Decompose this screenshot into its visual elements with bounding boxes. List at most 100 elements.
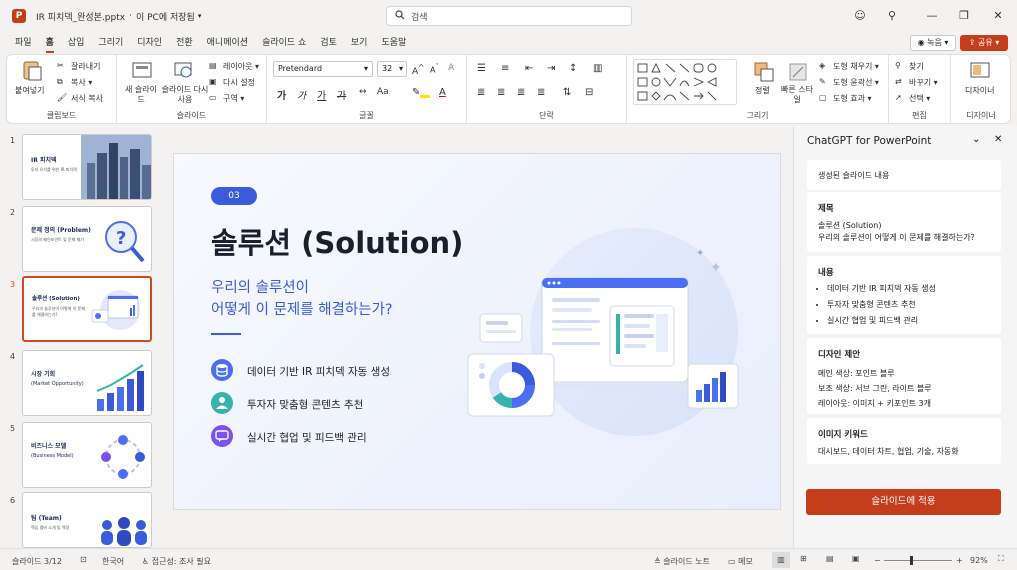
tab-draw[interactable]: 그리기: [98, 32, 123, 54]
shape-outline-button[interactable]: ✎ 도형 윤곽선 ▾: [819, 77, 879, 88]
change-case-icon[interactable]: Aa: [377, 87, 389, 97]
normal-view-icon[interactable]: ▥: [772, 552, 790, 568]
arrange-button[interactable]: 정렬: [755, 85, 770, 96]
font-size-select[interactable]: 32 ▾: [377, 61, 407, 77]
format-painter-button[interactable]: 🖌 서식 복사: [57, 93, 103, 104]
slide-thumbnail-2[interactable]: 문제 정의 (Problem) 시장의 페인포인트 및 문제 제기 ?: [22, 206, 152, 272]
designer-button[interactable]: 디자이너: [965, 85, 994, 96]
reuse-slides-icon[interactable]: [173, 59, 195, 81]
reuse-slides-button[interactable]: 슬라이드 다시 사용: [161, 85, 209, 105]
layout-button[interactable]: ▤ 레이아웃 ▾: [209, 61, 259, 72]
apply-to-slide-button[interactable]: 슬라이드에 적용: [806, 489, 1001, 515]
new-slide-icon[interactable]: [131, 59, 153, 81]
fit-to-window-icon[interactable]: ⛶: [998, 554, 1004, 564]
slide-sorter-icon[interactable]: ⊞: [800, 554, 807, 563]
tab-home[interactable]: 홈: [45, 32, 55, 54]
select-button[interactable]: ➚ 선택 ▾: [895, 93, 930, 104]
align-left-icon[interactable]: ≣: [477, 87, 485, 98]
replace-button[interactable]: ⇄ 바꾸기 ▾: [895, 77, 938, 88]
cut-button[interactable]: ✂ 잘라내기: [57, 61, 100, 72]
tab-slideshow[interactable]: 슬라이드 쇼: [262, 32, 306, 54]
slide-thumbnail-1[interactable]: IR 피치덱 투자 유치를 위한 IR 피치덱: [22, 134, 152, 200]
find-button[interactable]: ⚲ 찾기: [895, 61, 924, 72]
tab-review[interactable]: 검토: [320, 32, 337, 54]
share-button[interactable]: ⇪ 공유 ▾: [960, 35, 1008, 51]
search-box[interactable]: 검색: [386, 6, 632, 26]
columns-icon[interactable]: ▥: [593, 63, 602, 74]
paste-button[interactable]: 붙여넣기: [15, 85, 44, 96]
designer-icon[interactable]: [969, 59, 991, 81]
paste-icon[interactable]: [21, 59, 43, 81]
copilot-icon[interactable]: ⚲: [884, 8, 900, 24]
zoom-in-icon[interactable]: +: [956, 556, 963, 565]
accessibility-button[interactable]: ♿ 접근성: 조사 필요: [142, 556, 211, 567]
zoom-level[interactable]: 92%: [970, 556, 988, 565]
slide-thumbnail-6[interactable]: 팀 (Team) 핵심 멤버 소개 및 역량: [22, 492, 152, 548]
slide-bullet-2[interactable]: 투자자 맞춤형 콘텐츠 추천: [247, 397, 363, 412]
record-button[interactable]: ◉ 녹음 ▾: [910, 35, 956, 51]
slide-thumbnail-3[interactable]: 솔루션 (Solution) 우리의 솔루션이 어떻게 이 문제를 해결하는가?: [22, 276, 152, 342]
shape-fill-button[interactable]: ◈ 도형 채우기 ▾: [819, 61, 879, 72]
tab-animations[interactable]: 애니메이션: [207, 32, 248, 54]
numbering-icon[interactable]: ≡: [501, 63, 509, 74]
zoom-out-icon[interactable]: −: [874, 556, 881, 565]
slide-bullet-3[interactable]: 실시간 협업 및 피드백 관리: [247, 430, 367, 445]
shape-effects-button[interactable]: ▢ 도형 효과 ▾: [819, 93, 872, 104]
quick-styles-icon[interactable]: [787, 61, 809, 83]
copy-button[interactable]: ⧉ 복사 ▾: [57, 77, 92, 88]
slideshow-icon[interactable]: ▣: [852, 554, 860, 563]
restore-icon[interactable]: ❐: [956, 8, 972, 24]
italic-icon[interactable]: 가: [297, 87, 306, 102]
shapes-gallery[interactable]: [633, 59, 737, 105]
minimize-icon[interactable]: —: [924, 8, 940, 24]
zoom-slider-handle[interactable]: [910, 556, 913, 565]
current-slide[interactable]: 03 솔루션 (Solution) 우리의 솔루션이 어떻게 이 문제를 해결하…: [173, 153, 781, 510]
bullets-icon[interactable]: ☰: [477, 63, 486, 74]
slide-thumbnail-4[interactable]: 시장 기회 (Market Opportunity): [22, 350, 152, 416]
bold-icon[interactable]: 가: [277, 87, 286, 102]
zoom-slider[interactable]: [884, 560, 952, 561]
tab-insert[interactable]: 삽입: [68, 32, 85, 54]
slide-title[interactable]: 솔루션 (Solution): [211, 220, 463, 262]
align-text-icon[interactable]: ⊟: [585, 87, 593, 98]
increase-indent-icon[interactable]: ⇥: [547, 63, 555, 74]
close-window-icon[interactable]: ✕: [990, 8, 1006, 24]
tab-view[interactable]: 보기: [351, 32, 368, 54]
quick-styles-button[interactable]: 빠른 스타일: [779, 85, 815, 105]
tab-help[interactable]: 도움말: [381, 32, 406, 54]
tab-file[interactable]: 파일: [15, 32, 32, 54]
underline-icon[interactable]: 가: [317, 87, 326, 102]
save-status[interactable]: 이 PC에 저장됨: [136, 10, 195, 23]
arrange-icon[interactable]: [753, 61, 775, 83]
line-spacing-icon[interactable]: ↕: [569, 63, 577, 74]
align-right-icon[interactable]: ≣: [517, 87, 525, 98]
tab-design[interactable]: 디자인: [137, 32, 162, 54]
decrease-font-icon[interactable]: Aˇ: [430, 63, 439, 75]
justify-icon[interactable]: ≣: [537, 87, 545, 98]
slide-subtitle-line1[interactable]: 우리의 솔루션이: [211, 276, 309, 297]
slide-subtitle-line2[interactable]: 어떻게 이 문제를 해결하는가?: [211, 298, 393, 319]
new-slide-button[interactable]: 새 슬라이드: [123, 85, 159, 105]
slide-thumbnail-5[interactable]: 비즈니스 모델 (Business Model): [22, 422, 152, 488]
close-pane-icon[interactable]: ✕: [994, 134, 1002, 145]
notes-button[interactable]: ≜ 슬라이드 노트: [654, 556, 710, 567]
comments-button[interactable]: ▭ 메모: [728, 556, 753, 567]
strikethrough-icon[interactable]: 가: [337, 87, 346, 102]
char-spacing-icon[interactable]: ↔: [359, 87, 367, 97]
tab-transitions[interactable]: 전환: [176, 32, 193, 54]
collapse-pane-icon[interactable]: ⌄: [972, 134, 980, 145]
feedback-icon[interactable]: ☺: [852, 8, 868, 24]
decrease-indent-icon[interactable]: ⇤: [525, 63, 533, 74]
highlight-icon[interactable]: ✎: [412, 87, 431, 98]
clear-format-icon[interactable]: A̷: [448, 63, 454, 73]
language-indicator[interactable]: 한국어: [102, 556, 124, 567]
font-color-icon[interactable]: A: [439, 87, 446, 98]
reading-view-icon[interactable]: ▤: [826, 554, 834, 563]
slide-bullet-1[interactable]: 데이터 기반 IR 피치덱 자동 생성: [247, 364, 390, 379]
section-button[interactable]: ▭ 구역 ▾: [209, 93, 244, 104]
spellcheck-icon[interactable]: ⊡: [80, 555, 87, 564]
reset-button[interactable]: ▣ 다시 설정: [209, 77, 255, 88]
align-center-icon[interactable]: ≣: [497, 87, 505, 98]
font-family-select[interactable]: Pretendard ▾: [273, 61, 373, 77]
increase-font-icon[interactable]: A^: [412, 63, 424, 77]
